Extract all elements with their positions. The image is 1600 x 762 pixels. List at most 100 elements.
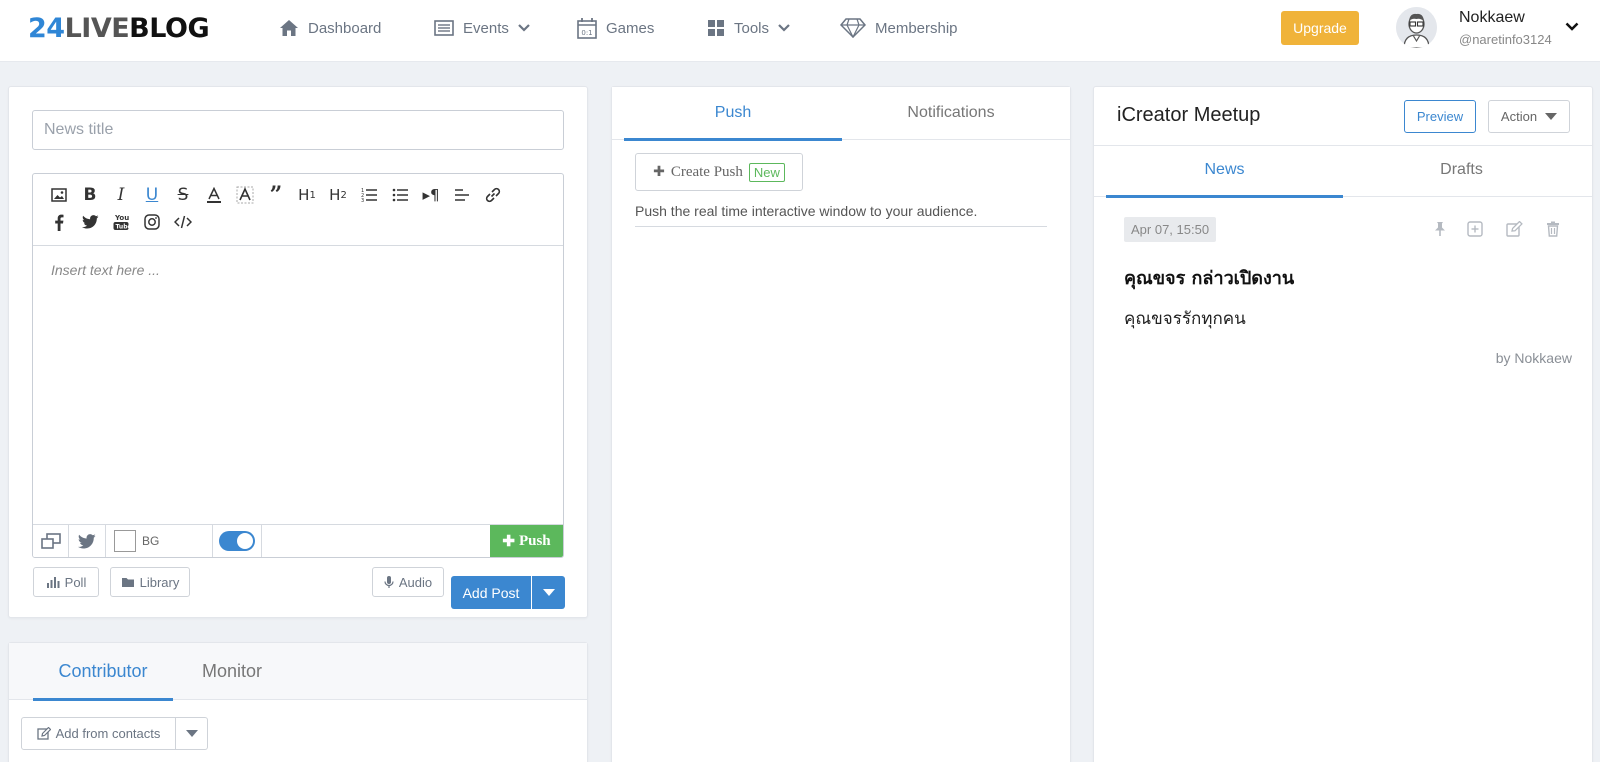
facebook-icon[interactable] xyxy=(48,211,70,233)
edit-icon xyxy=(36,727,51,740)
push-tabs: Push Notifications xyxy=(612,87,1070,141)
publish-toggle[interactable] xyxy=(219,531,255,551)
news-title-input[interactable] xyxy=(32,110,564,150)
push-description: Push the real time interactive window to… xyxy=(635,203,1047,227)
news-tabs: News Drafts xyxy=(1094,145,1592,198)
trash-icon[interactable] xyxy=(1544,220,1562,238)
chevron-down-icon xyxy=(778,24,790,32)
nav-membership[interactable]: Membership xyxy=(840,0,958,56)
calendar-icon: 0:1 xyxy=(577,18,597,39)
instagram-icon[interactable] xyxy=(141,211,163,233)
edit-icon[interactable] xyxy=(1505,220,1523,238)
tab-contributor[interactable]: Contributor xyxy=(33,661,173,682)
add-from-contacts-label: Add from contacts xyxy=(55,726,161,741)
editor-body-placeholder[interactable]: Insert text here ... xyxy=(51,262,160,278)
strikethrough-icon[interactable]: S xyxy=(172,184,194,206)
contributor-tabs: Contributor Monitor xyxy=(9,643,587,701)
svg-text:0:1: 0:1 xyxy=(581,29,592,37)
image-icon[interactable] xyxy=(48,184,70,206)
upgrade-button[interactable]: Upgrade xyxy=(1281,11,1359,45)
heading1-icon[interactable]: H1 xyxy=(296,184,318,206)
add-square-icon[interactable] xyxy=(1466,220,1484,238)
nav-tools-label: Tools xyxy=(734,19,770,37)
italic-icon[interactable]: I xyxy=(110,184,132,206)
tab-monitor[interactable]: Monitor xyxy=(173,661,291,682)
create-push-button[interactable]: ✚ Create Push New xyxy=(635,153,803,191)
avatar[interactable] xyxy=(1396,7,1437,48)
svg-text:Tube: Tube xyxy=(116,224,130,231)
action-dropdown-button[interactable]: Action xyxy=(1488,100,1570,133)
poll-button[interactable]: Poll xyxy=(33,567,99,597)
pin-icon[interactable] xyxy=(1431,220,1449,238)
add-contacts-options-button[interactable] xyxy=(176,717,208,750)
add-from-contacts-button[interactable]: Add from contacts xyxy=(21,717,176,750)
diamond-icon xyxy=(840,18,866,38)
bold-icon[interactable]: B xyxy=(79,184,101,206)
twitter-share-icon[interactable] xyxy=(69,525,106,557)
twitter-icon[interactable] xyxy=(79,211,101,233)
paragraph-icon[interactable]: ▸¶ xyxy=(420,184,442,206)
chevron-down-icon xyxy=(518,24,530,32)
event-title: iCreator Meetup xyxy=(1117,104,1261,126)
youtube-icon[interactable]: You Tube xyxy=(110,211,132,233)
quote-icon[interactable]: ” xyxy=(265,182,287,208)
audio-button[interactable]: Audio xyxy=(372,567,444,597)
bg-color-swatch[interactable] xyxy=(114,530,136,552)
tab-notifications[interactable]: Notifications xyxy=(842,104,1060,122)
underline-icon[interactable]: U xyxy=(141,184,163,206)
add-post-options-button[interactable] xyxy=(532,576,565,609)
fullscreen-icon[interactable] xyxy=(33,525,69,557)
tab-news[interactable]: News xyxy=(1106,161,1343,179)
tab-drafts[interactable]: Drafts xyxy=(1343,161,1580,179)
svg-text:3: 3 xyxy=(361,198,364,203)
audio-label: Audio xyxy=(398,574,433,590)
bullet-list-icon[interactable] xyxy=(389,184,411,206)
poll-label: Poll xyxy=(64,574,87,590)
brand-logo[interactable]: 24LIVEBLOG xyxy=(28,13,210,44)
highlight-icon[interactable] xyxy=(234,184,256,206)
svg-text:You: You xyxy=(114,214,129,222)
push-panel: Push Notifications ✚ Create Push New Pus… xyxy=(611,86,1071,762)
editor-footer-bar: BG ✚ Push xyxy=(33,524,563,557)
add-post-button[interactable]: Add Post xyxy=(451,576,531,609)
tab-push[interactable]: Push xyxy=(624,104,842,122)
preview-button[interactable]: Preview xyxy=(1404,100,1476,133)
active-tab-indicator xyxy=(1106,195,1343,198)
rich-text-editor: B I U S ” H1 H2 123 ▸¶ You Tub Insert te… xyxy=(32,173,564,558)
code-icon[interactable] xyxy=(172,211,194,233)
post-title: คุณขจร กล่าวเปิดงาน xyxy=(1124,268,1295,289)
grid-icon xyxy=(708,20,724,36)
caret-down-icon xyxy=(1545,113,1558,120)
editor-toolbar: B I U S ” H1 H2 123 ▸¶ You Tub xyxy=(33,174,563,246)
home-icon xyxy=(280,20,298,36)
nav-dashboard[interactable]: Dashboard xyxy=(279,0,381,56)
post-timestamp: Apr 07, 15:50 xyxy=(1124,217,1217,242)
caret-down-icon xyxy=(185,730,198,737)
list-icon xyxy=(434,20,454,36)
nav-tools[interactable]: Tools xyxy=(707,0,790,56)
microphone-icon xyxy=(384,576,394,588)
caret-down-icon xyxy=(542,589,555,596)
nav-dashboard-label: Dashboard xyxy=(308,19,382,37)
background-color-picker[interactable]: BG xyxy=(106,525,213,557)
chevron-down-icon[interactable] xyxy=(1565,22,1579,31)
user-name[interactable]: Nokkaew xyxy=(1459,9,1525,27)
action-label: Action xyxy=(1500,109,1538,124)
heading2-icon[interactable]: H2 xyxy=(327,184,349,206)
create-push-label: Create Push xyxy=(670,163,743,180)
bg-label: BG xyxy=(142,534,160,548)
link-icon[interactable] xyxy=(482,184,504,206)
text-color-icon[interactable] xyxy=(203,184,225,206)
nav-events[interactable]: Events xyxy=(434,0,530,56)
plus-icon: ✚ xyxy=(502,533,515,550)
nav-games[interactable]: 0:1 Games xyxy=(577,0,654,56)
align-left-icon[interactable] xyxy=(451,184,473,206)
nav-events-label: Events xyxy=(463,19,509,37)
post-editor-panel: B I U S ” H1 H2 123 ▸¶ xyxy=(8,86,588,618)
push-button[interactable]: ✚ Push xyxy=(490,525,563,557)
active-tab-indicator xyxy=(33,698,173,701)
user-avatar-icon xyxy=(1396,7,1437,48)
plus-icon: ✚ xyxy=(653,164,665,180)
ordered-list-icon[interactable]: 123 xyxy=(358,184,380,206)
library-button[interactable]: Library xyxy=(110,567,190,597)
